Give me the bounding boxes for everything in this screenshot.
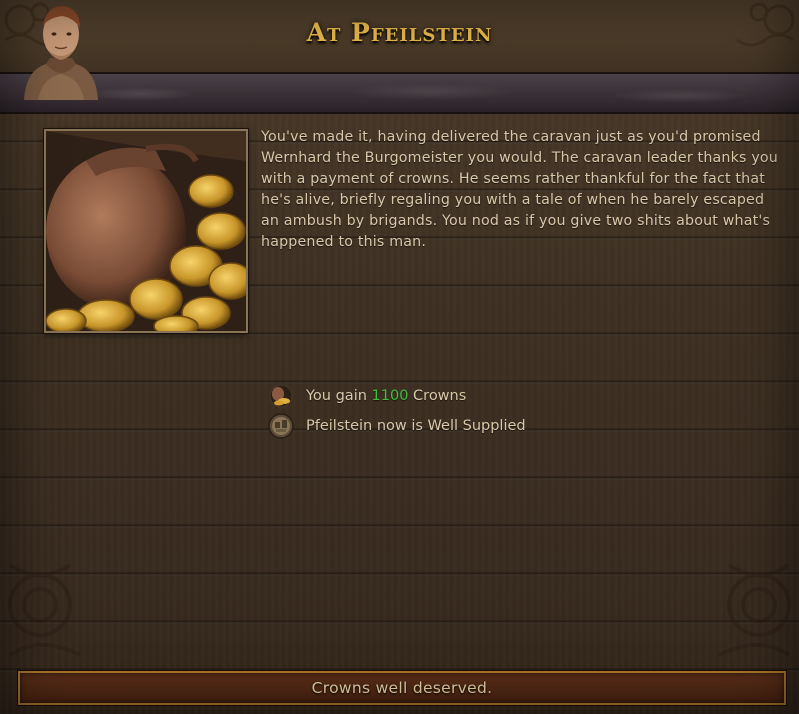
coin-purse-icon xyxy=(46,131,246,331)
option-button[interactable]: Crowns well deserved. xyxy=(18,671,786,705)
option-label: Crowns well deserved. xyxy=(311,679,493,697)
event-results: You gain 1100 Crowns Pfeilstein now is W… xyxy=(266,381,526,441)
result-item: Pfeilstein now is Well Supplied xyxy=(266,411,526,441)
corner-knot-icon xyxy=(718,563,791,657)
header-stone-band xyxy=(0,72,799,114)
event-description: You've made it, having delivered the car… xyxy=(261,129,778,250)
money-bag-icon xyxy=(266,382,296,410)
event-title: At Pfeilstein xyxy=(306,18,493,47)
event-window: At Pfeilstein You've made it, having del… xyxy=(0,0,799,714)
character-portrait xyxy=(24,6,98,100)
corner-knot-icon xyxy=(8,563,81,657)
result-text: Pfeilstein now is Well Supplied xyxy=(306,418,526,434)
result-text: You gain 1100 Crowns xyxy=(306,388,467,404)
event-illustration xyxy=(44,129,248,333)
settlement-supply-icon xyxy=(266,412,296,440)
crowns-amount: 1100 xyxy=(371,388,409,404)
result-item: You gain 1100 Crowns xyxy=(266,381,526,411)
